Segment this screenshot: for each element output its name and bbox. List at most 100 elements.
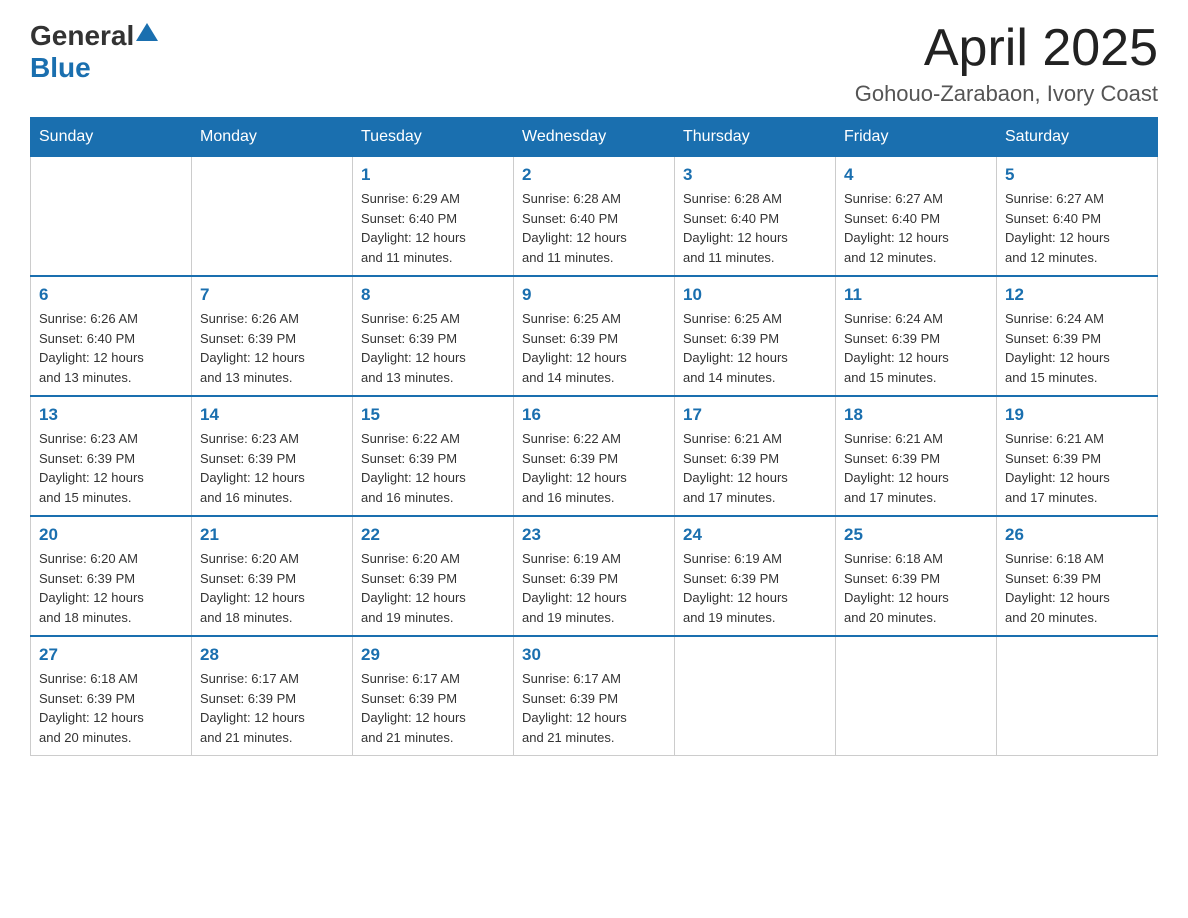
day-info: Sunrise: 6:28 AMSunset: 6:40 PMDaylight:… [683, 189, 827, 267]
calendar-cell: 19 Sunrise: 6:21 AMSunset: 6:39 PMDayligh… [997, 396, 1158, 516]
day-number: 25 [844, 525, 988, 545]
calendar-cell [192, 157, 353, 277]
calendar-table: SundayMondayTuesdayWednesdayThursdayFrid… [30, 117, 1158, 756]
calendar-cell: 6 Sunrise: 6:26 AMSunset: 6:40 PMDaylight… [31, 276, 192, 396]
page-header: General Blue April 2025 Gohouo-Zarabaon,… [30, 20, 1158, 107]
day-info: Sunrise: 6:18 AMSunset: 6:39 PMDaylight:… [39, 669, 183, 747]
day-info: Sunrise: 6:17 AMSunset: 6:39 PMDaylight:… [361, 669, 505, 747]
calendar-cell: 30 Sunrise: 6:17 AMSunset: 6:39 PMDayligh… [514, 636, 675, 756]
weekday-header-friday: Friday [836, 118, 997, 157]
location-title: Gohouo-Zarabaon, Ivory Coast [855, 81, 1158, 107]
calendar-cell [997, 636, 1158, 756]
calendar-cell: 21Sunrise: 6:20 AMSunset: 6:39 PMDayligh… [192, 516, 353, 636]
day-number: 23 [522, 525, 666, 545]
day-number: 27 [39, 645, 183, 665]
day-info: Sunrise: 6:27 AMSunset: 6:40 PMDaylight:… [1005, 189, 1149, 267]
day-info: Sunrise: 6:24 AMSunset: 6:39 PMDaylight:… [844, 309, 988, 387]
calendar-cell: 17Sunrise: 6:21 AMSunset: 6:39 PMDayligh… [675, 396, 836, 516]
calendar-cell: 8 Sunrise: 6:25 AMSunset: 6:39 PMDaylight… [353, 276, 514, 396]
weekday-header-monday: Monday [192, 118, 353, 157]
day-number: 1 [361, 165, 505, 185]
calendar-cell: 28Sunrise: 6:17 AMSunset: 6:39 PMDayligh… [192, 636, 353, 756]
calendar-cell: 10 Sunrise: 6:25 AMSunset: 6:39 PMDayligh… [675, 276, 836, 396]
weekday-header-row: SundayMondayTuesdayWednesdayThursdayFrid… [31, 118, 1158, 157]
calendar-cell: 14Sunrise: 6:23 AMSunset: 6:39 PMDayligh… [192, 396, 353, 516]
calendar-body: 1 Sunrise: 6:29 AMSunset: 6:40 PMDaylight… [31, 157, 1158, 756]
calendar-cell: 18Sunrise: 6:21 AMSunset: 6:39 PMDayligh… [836, 396, 997, 516]
calendar-cell: 16 Sunrise: 6:22 AMSunset: 6:39 PMDayligh… [514, 396, 675, 516]
title-block: April 2025 Gohouo-Zarabaon, Ivory Coast [855, 20, 1158, 107]
day-number: 16 [522, 405, 666, 425]
day-info: Sunrise: 6:18 AMSunset: 6:39 PMDaylight:… [844, 549, 988, 627]
calendar-cell: 15 Sunrise: 6:22 AMSunset: 6:39 PMDayligh… [353, 396, 514, 516]
calendar-cell [836, 636, 997, 756]
calendar-cell: 7 Sunrise: 6:26 AMSunset: 6:39 PMDaylight… [192, 276, 353, 396]
day-info: Sunrise: 6:22 AMSunset: 6:39 PMDaylight:… [522, 429, 666, 507]
day-info: Sunrise: 6:25 AMSunset: 6:39 PMDaylight:… [683, 309, 827, 387]
day-info: Sunrise: 6:27 AMSunset: 6:40 PMDaylight:… [844, 189, 988, 267]
day-number: 10 [683, 285, 827, 305]
day-number: 13 [39, 405, 183, 425]
calendar-cell: 2 Sunrise: 6:28 AMSunset: 6:40 PMDaylight… [514, 157, 675, 277]
day-number: 26 [1005, 525, 1149, 545]
day-number: 2 [522, 165, 666, 185]
calendar-week-row: 20 Sunrise: 6:20 AMSunset: 6:39 PMDayligh… [31, 516, 1158, 636]
day-info: Sunrise: 6:20 AMSunset: 6:39 PMDaylight:… [39, 549, 183, 627]
day-number: 15 [361, 405, 505, 425]
day-info: Sunrise: 6:29 AMSunset: 6:40 PMDaylight:… [361, 189, 505, 267]
day-info: Sunrise: 6:22 AMSunset: 6:39 PMDaylight:… [361, 429, 505, 507]
calendar-week-row: 27 Sunrise: 6:18 AMSunset: 6:39 PMDayligh… [31, 636, 1158, 756]
day-number: 20 [39, 525, 183, 545]
day-number: 22 [361, 525, 505, 545]
day-number: 11 [844, 285, 988, 305]
calendar-cell: 13 Sunrise: 6:23 AMSunset: 6:39 PMDayligh… [31, 396, 192, 516]
logo-triangle-icon [136, 23, 158, 41]
day-info: Sunrise: 6:26 AMSunset: 6:40 PMDaylight:… [39, 309, 183, 387]
day-number: 4 [844, 165, 988, 185]
logo-general-text: General [30, 20, 134, 52]
day-number: 8 [361, 285, 505, 305]
calendar-cell: 26 Sunrise: 6:18 AMSunset: 6:39 PMDayligh… [997, 516, 1158, 636]
day-info: Sunrise: 6:19 AMSunset: 6:39 PMDaylight:… [683, 549, 827, 627]
weekday-header-tuesday: Tuesday [353, 118, 514, 157]
day-number: 17 [683, 405, 827, 425]
day-number: 14 [200, 405, 344, 425]
day-info: Sunrise: 6:20 AMSunset: 6:39 PMDaylight:… [361, 549, 505, 627]
day-info: Sunrise: 6:18 AMSunset: 6:39 PMDaylight:… [1005, 549, 1149, 627]
weekday-header-sunday: Sunday [31, 118, 192, 157]
day-number: 5 [1005, 165, 1149, 185]
day-number: 7 [200, 285, 344, 305]
day-number: 3 [683, 165, 827, 185]
day-info: Sunrise: 6:26 AMSunset: 6:39 PMDaylight:… [200, 309, 344, 387]
day-info: Sunrise: 6:21 AMSunset: 6:39 PMDaylight:… [1005, 429, 1149, 507]
day-number: 9 [522, 285, 666, 305]
calendar-cell: 27 Sunrise: 6:18 AMSunset: 6:39 PMDayligh… [31, 636, 192, 756]
day-number: 12 [1005, 285, 1149, 305]
calendar-cell: 5 Sunrise: 6:27 AMSunset: 6:40 PMDaylight… [997, 157, 1158, 277]
day-number: 6 [39, 285, 183, 305]
calendar-cell: 22 Sunrise: 6:20 AMSunset: 6:39 PMDayligh… [353, 516, 514, 636]
weekday-header-wednesday: Wednesday [514, 118, 675, 157]
day-info: Sunrise: 6:24 AMSunset: 6:39 PMDaylight:… [1005, 309, 1149, 387]
calendar-cell [31, 157, 192, 277]
day-info: Sunrise: 6:20 AMSunset: 6:39 PMDaylight:… [200, 549, 344, 627]
day-info: Sunrise: 6:17 AMSunset: 6:39 PMDaylight:… [522, 669, 666, 747]
day-number: 19 [1005, 405, 1149, 425]
day-info: Sunrise: 6:19 AMSunset: 6:39 PMDaylight:… [522, 549, 666, 627]
logo: General Blue [30, 20, 158, 84]
calendar-cell: 23 Sunrise: 6:19 AMSunset: 6:39 PMDayligh… [514, 516, 675, 636]
calendar-cell: 3 Sunrise: 6:28 AMSunset: 6:40 PMDaylight… [675, 157, 836, 277]
day-info: Sunrise: 6:25 AMSunset: 6:39 PMDaylight:… [361, 309, 505, 387]
calendar-cell: 29Sunrise: 6:17 AMSunset: 6:39 PMDayligh… [353, 636, 514, 756]
day-info: Sunrise: 6:28 AMSunset: 6:40 PMDaylight:… [522, 189, 666, 267]
calendar-cell: 11 Sunrise: 6:24 AMSunset: 6:39 PMDayligh… [836, 276, 997, 396]
calendar-cell: 9Sunrise: 6:25 AMSunset: 6:39 PMDaylight… [514, 276, 675, 396]
day-number: 30 [522, 645, 666, 665]
calendar-cell: 4 Sunrise: 6:27 AMSunset: 6:40 PMDaylight… [836, 157, 997, 277]
weekday-header-saturday: Saturday [997, 118, 1158, 157]
day-info: Sunrise: 6:21 AMSunset: 6:39 PMDaylight:… [844, 429, 988, 507]
day-number: 24 [683, 525, 827, 545]
calendar-cell [675, 636, 836, 756]
day-info: Sunrise: 6:23 AMSunset: 6:39 PMDaylight:… [39, 429, 183, 507]
calendar-header: SundayMondayTuesdayWednesdayThursdayFrid… [31, 118, 1158, 157]
